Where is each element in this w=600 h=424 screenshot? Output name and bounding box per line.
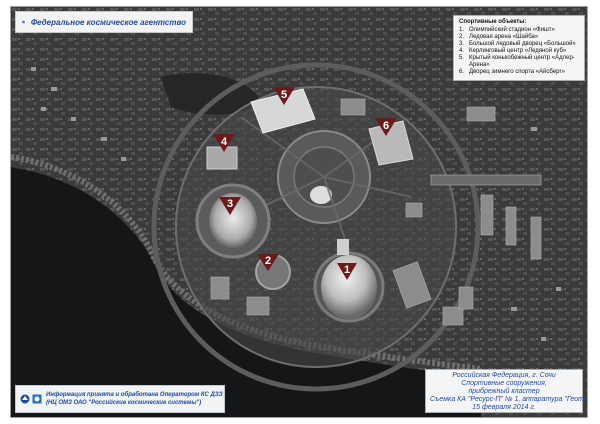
legend-item-label: Крытый конькобежный центр «Адлер-Арена» [469, 55, 575, 68]
legend-item: 5. Крытый конькобежный центр «Адлер-Арен… [459, 55, 579, 69]
legend-item-number: 1. [459, 27, 465, 33]
svg-text:2: 2 [265, 255, 271, 267]
legend-item-label: Олимпийский стадион «Фишт» [469, 27, 555, 33]
caption-cluster: прибрежный кластер [468, 388, 540, 395]
legend-item: 4. Керлинговый центр «Ледяной куб» [459, 48, 579, 55]
caption-instrument: Съемка КА "Ресурс-П" № 1, аппаратура "Ге… [430, 396, 588, 403]
agency-name: Федеральное космическое агентство [30, 17, 186, 27]
svg-text:5: 5 [281, 89, 287, 101]
legend-item-number: 3. [459, 41, 465, 47]
svg-text:4: 4 [221, 136, 228, 148]
svg-text:6: 6 [383, 120, 389, 132]
sports-facilities-legend: Спортивные объекты: 1. Олимпийский стади… [453, 15, 585, 81]
legend-item-label: Ледовая арена «Шайба» [469, 34, 539, 40]
caption-subject: Спортивные сооружения, [461, 380, 547, 387]
legend-item: 2. Ледовая арена «Шайба» [459, 34, 579, 41]
operator-line-2: (НЦ ОМЗ ОАО "Российские космические сист… [46, 400, 202, 406]
legend-item: 6. Дворец зимнего спорта «Айсберг» [459, 69, 579, 76]
operator-logos [20, 394, 42, 404]
operator-banner: Информация принята и обработана Оператор… [15, 385, 225, 413]
legend-item-number: 5. [459, 55, 465, 61]
legend-item-number: 4. [459, 48, 465, 54]
caption-date: 15 февраля 2014 г. [472, 404, 536, 411]
legend-item-number: 6. [459, 69, 465, 75]
legend-item: 3. Большой ледовый дворец «Большой» [459, 41, 579, 48]
satellite-image-sheet: 1 2 3 4 5 6 Федеральное космическое аген… [10, 6, 588, 418]
omz-logo-icon [32, 394, 42, 404]
agency-banner: Федеральное космическое агентство [15, 11, 193, 33]
legend-item-label: Большой ледовый дворец «Большой» [469, 41, 576, 47]
operator-line-1: Информация принята и обработана Оператор… [46, 392, 223, 398]
svg-text:1: 1 [344, 264, 350, 276]
roscosmos-logo-icon [22, 20, 25, 24]
legend-item-label: Керлинговый центр «Ледяной куб» [469, 48, 567, 54]
legend-item-label: Дворец зимнего спорта «Айсберг» [469, 69, 565, 75]
legend-title: Спортивные объекты: [459, 19, 527, 25]
caption-location: Российская Федерация, г. Сочи [452, 372, 556, 379]
operator-text: Информация принята и обработана Оператор… [46, 391, 223, 407]
legend-item: 1. Олимпийский стадион «Фишт» [459, 27, 579, 34]
rks-logo-icon [20, 394, 30, 404]
svg-text:3: 3 [227, 198, 233, 210]
legend-item-number: 2. [459, 34, 465, 40]
image-caption: Российская Федерация, г. Сочи Спортивные… [425, 369, 588, 413]
